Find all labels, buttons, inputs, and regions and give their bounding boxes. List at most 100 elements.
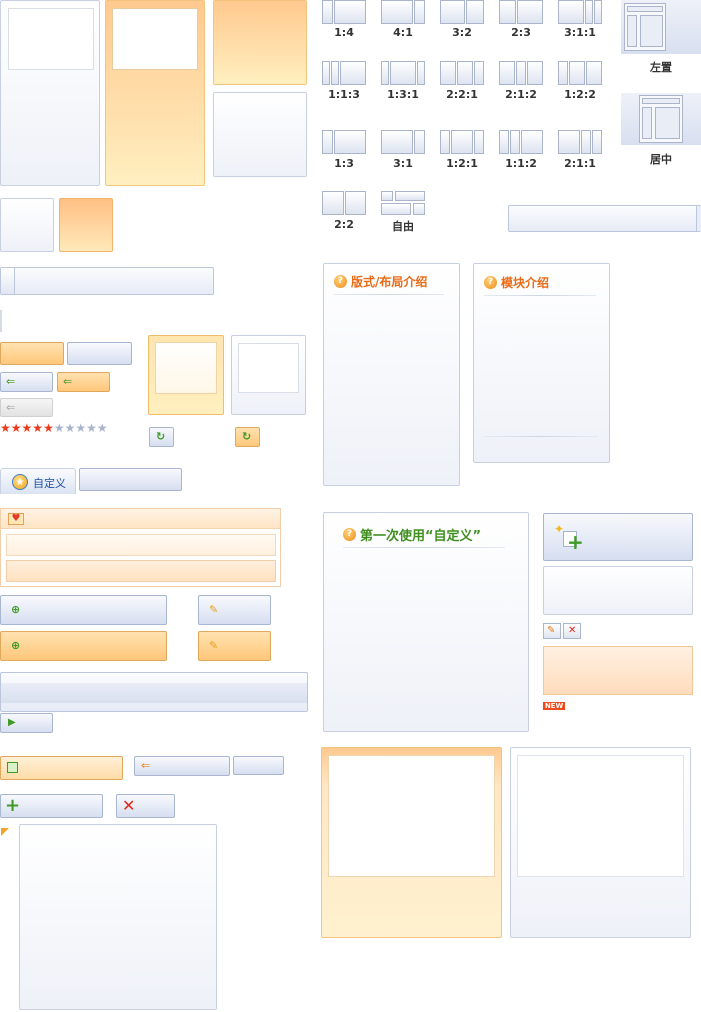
layout-label: 4:1 [393,26,413,39]
heading-rule [484,295,596,296]
close-button[interactable]: ✕ [116,794,175,818]
layout-label: 1:4 [334,26,354,39]
slider-handle[interactable] [1,268,15,294]
star-icon[interactable]: ★ [86,422,97,436]
add-page-button[interactable]: ⊕ [0,595,167,625]
refresh-icon: ↻ [242,430,252,443]
back-button[interactable]: ⇐ [0,372,53,392]
plus-icon: + [5,795,21,816]
star-icon[interactable]: ★ [65,422,76,436]
small-blue-tile [0,198,54,252]
orange-module-placeholder [543,646,693,695]
layout-thumb-1-2-1[interactable] [440,130,484,154]
back-wide-button[interactable]: ⇐ [134,756,230,776]
layout-label: 2:3 [511,26,531,39]
layout-thumb-4-1[interactable] [381,0,425,24]
new-badge: NEW [543,702,565,710]
save-icon [7,762,18,773]
list-row[interactable] [6,534,276,556]
back-button-hover[interactable]: ⇐ [57,372,110,392]
module-intro-heading: ? 模块介绍 [484,274,549,291]
blue-button[interactable] [67,342,132,365]
question-icon: ? [343,528,356,541]
save-button[interactable] [0,756,123,780]
layout-thumb-1-1-2[interactable] [499,130,543,154]
delete-button[interactable]: ✕ [563,623,581,639]
layout-thumb-3-1-1[interactable] [558,0,602,24]
layout-label: 3:2 [452,26,472,39]
heading-rule [334,294,444,295]
layout-thumb-3-1[interactable] [381,130,425,154]
panel-inner-box [328,755,495,877]
edit-magic-icon: ✎ [209,603,219,616]
question-icon: ? [484,276,497,289]
refresh-button[interactable]: ↻ [149,427,174,447]
layout-intro-title: 版式/布局介绍 [351,275,428,289]
layout-thumb-free[interactable] [381,191,425,215]
footer-rule [484,436,598,437]
large-orange-panel [105,0,205,186]
star-icon[interactable]: ★ [22,422,33,436]
orange-button[interactable] [0,342,64,365]
back-arrow-icon: ⇐ [6,375,16,388]
sparkle-add-icon: ✦ + [554,522,584,554]
layout-thumb-1-4[interactable] [322,0,366,24]
star-icon[interactable]: ★ [75,422,86,436]
back-button-disabled[interactable]: ⇐ [0,398,53,417]
edit-magic-button[interactable]: ✎ [198,595,271,625]
small-orange-tile [59,198,113,252]
layout-label: 1:2:2 [564,88,596,101]
layout-label: 3:1 [393,157,413,170]
panel-inner-box [8,8,94,70]
divider-stub [0,310,2,332]
layout-thumb-1-3-1[interactable] [381,61,425,85]
layout-label: 3:1:1 [564,26,596,39]
position-left-label: 左置 [650,61,672,74]
layout-thumb-2-2[interactable] [322,191,366,215]
slider-track[interactable] [0,267,214,295]
star-icon[interactable]: ★ [32,422,43,436]
layout-label: 1:3 [334,157,354,170]
first-use-heading: ? 第一次使用“自定义” [343,525,481,544]
layout-label: 1:1:3 [328,88,360,101]
edit-button[interactable]: ✎ [543,623,561,639]
blank-button[interactable] [233,756,284,775]
layout-intro-heading: ? 版式/布局介绍 [334,273,427,290]
layout-label: 1:1:2 [505,157,537,170]
layout-thumb-1-3[interactable] [322,130,366,154]
edit-magic-icon: ✎ [209,639,219,652]
layout-thumb-2-1-2[interactable] [499,61,543,85]
layout-thumb-3-2[interactable] [440,0,484,24]
refresh-button-hover[interactable]: ↻ [235,427,260,447]
panel-inner-box [517,755,684,877]
star-icon[interactable]: ★ [97,422,108,436]
star-icon[interactable]: ★ [0,422,11,436]
edit-magic-button-hover[interactable]: ✎ [198,631,271,661]
right-input-bar[interactable] [508,205,701,232]
layout-thumb-1-2-2[interactable] [558,61,602,85]
layout-thumb-2-3[interactable] [499,0,543,24]
add-module-button[interactable]: ✦ + [543,513,693,561]
add-page-icon: ⊕ [11,603,21,616]
position-left-thumb[interactable] [621,0,701,54]
question-icon: ? [334,275,347,288]
layout-thumb-1-1-3[interactable] [322,61,366,85]
tab-bar-button[interactable] [79,468,182,491]
add-button[interactable]: + [0,794,103,818]
position-center-thumb[interactable] [621,93,701,145]
custom-tab[interactable]: ★ 自定义 [0,468,76,494]
unselected-blue-frame[interactable] [231,335,306,415]
add-page-button-hover[interactable]: ⊕ [0,631,167,661]
add-page-icon: ⊕ [11,639,21,652]
star-icon[interactable]: ★ [11,422,22,436]
layout-thumb-2-2-1[interactable] [440,61,484,85]
custom-tab-label: 自定义 [33,477,66,490]
star-icon[interactable]: ★ [43,422,54,436]
selected-orange-frame[interactable] [148,335,224,415]
first-use-panel: ? 第一次使用“自定义” [323,512,529,732]
layout-thumb-2-1-1[interactable] [558,130,602,154]
play-button[interactable]: ▶ [0,713,53,733]
list-row[interactable] [6,560,276,582]
star-rating[interactable]: ★ ★ ★ ★ ★ ★ ★ ★ ★ ★ [0,422,130,436]
star-icon[interactable]: ★ [54,422,65,436]
